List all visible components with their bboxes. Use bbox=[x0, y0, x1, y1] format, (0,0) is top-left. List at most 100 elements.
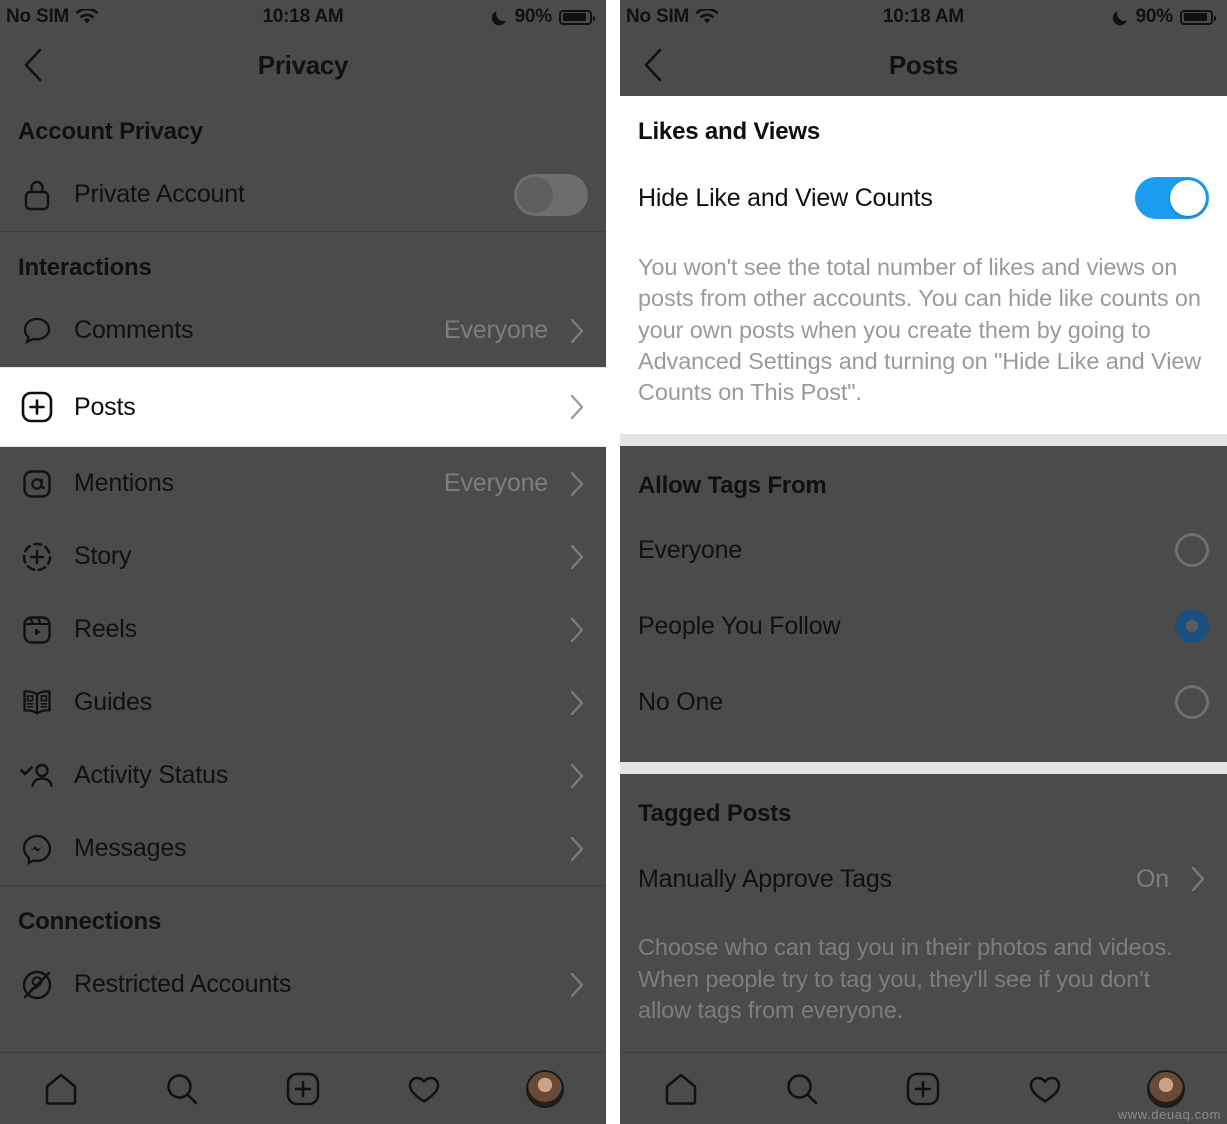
section-heading-tagged-posts: Tagged Posts bbox=[638, 800, 792, 828]
row-mentions[interactable]: Mentions Everyone bbox=[0, 447, 606, 520]
lock-icon bbox=[18, 176, 56, 214]
section-connections: Connections Restricted Accounts bbox=[0, 886, 606, 1021]
tab-search[interactable] bbox=[775, 1062, 829, 1116]
row-comments[interactable]: Comments Everyone bbox=[0, 294, 606, 367]
row-manually-approve-tags[interactable]: Manually Approve Tags On bbox=[620, 840, 1227, 918]
row-messages[interactable]: Messages bbox=[0, 812, 606, 885]
back-button[interactable] bbox=[636, 48, 670, 82]
row-label: Reels bbox=[74, 615, 137, 643]
reels-icon bbox=[18, 611, 56, 649]
row-label: Guides bbox=[74, 688, 153, 716]
row-activity-status[interactable]: Activity Status bbox=[0, 739, 606, 812]
option-no-one[interactable]: No One bbox=[620, 664, 1227, 740]
right-content: Likes and Views Hide Like and View Count… bbox=[620, 96, 1227, 1124]
hide-like-counts-toggle[interactable] bbox=[1135, 177, 1209, 219]
radio-everyone[interactable] bbox=[1175, 533, 1209, 568]
row-label: Story bbox=[74, 542, 132, 570]
profile-avatar-icon bbox=[526, 1069, 565, 1108]
wifi-icon bbox=[76, 9, 99, 25]
panel-gap bbox=[606, 0, 620, 1124]
left-nav-bar: Privacy bbox=[0, 34, 606, 96]
activity-status-icon bbox=[18, 757, 56, 795]
tab-create[interactable] bbox=[276, 1062, 330, 1116]
section-account-privacy: Account Privacy Private Account bbox=[0, 96, 606, 232]
radio-people-you-follow[interactable] bbox=[1175, 609, 1209, 644]
section-separator bbox=[620, 434, 1227, 447]
option-label: People You Follow bbox=[638, 611, 841, 640]
right-nav-bar: Posts bbox=[620, 34, 1227, 96]
chevron-right-icon bbox=[1187, 866, 1209, 892]
row-restricted-accounts[interactable]: Restricted Accounts bbox=[0, 948, 606, 1021]
story-plus-icon bbox=[18, 538, 56, 576]
tagged-posts-description: Choose who can tag you in their photos a… bbox=[638, 934, 1173, 1023]
chevron-right-icon bbox=[566, 394, 588, 420]
row-guides[interactable]: Guides bbox=[0, 666, 606, 739]
row-value: Everyone bbox=[443, 316, 548, 344]
section-separator bbox=[620, 762, 1227, 775]
section-heading-account-privacy: Account Privacy bbox=[18, 118, 204, 145]
status-right: 90% bbox=[491, 6, 595, 28]
moon-icon bbox=[1112, 8, 1129, 26]
row-label: Activity Status bbox=[74, 761, 228, 789]
chevron-right-icon bbox=[566, 544, 588, 570]
tab-home[interactable] bbox=[34, 1062, 88, 1116]
highlight-cutout-posts: Posts bbox=[0, 368, 606, 446]
row-value: On bbox=[1136, 864, 1169, 893]
restricted-icon bbox=[18, 966, 56, 1004]
section-allow-tags-from: Allow Tags From Everyone People You Foll… bbox=[620, 446, 1227, 763]
carrier-label: No SIM bbox=[626, 6, 690, 27]
tab-activity[interactable] bbox=[397, 1062, 451, 1116]
battery-icon bbox=[559, 9, 595, 25]
section-likes-and-views: Likes and Views Hide Like and View Count… bbox=[620, 96, 1227, 435]
battery-percent-label: 90% bbox=[514, 6, 553, 27]
row-label: Mentions bbox=[74, 469, 174, 497]
plus-square-icon bbox=[18, 388, 56, 426]
left-status-bar: No SIM 10:18 AM 90% bbox=[0, 0, 606, 34]
tab-activity[interactable] bbox=[1018, 1062, 1072, 1116]
private-account-toggle[interactable] bbox=[514, 173, 588, 216]
at-icon bbox=[18, 465, 56, 503]
row-label: Comments bbox=[74, 316, 194, 344]
section-heading-interactions: Interactions bbox=[18, 254, 152, 281]
row-label: Messages bbox=[74, 834, 187, 862]
status-left: No SIM bbox=[6, 6, 99, 28]
profile-avatar-icon bbox=[1147, 1069, 1186, 1108]
status-left: No SIM bbox=[626, 6, 719, 28]
comment-icon bbox=[18, 312, 56, 350]
tab-search[interactable] bbox=[155, 1062, 209, 1116]
tab-profile[interactable] bbox=[518, 1062, 572, 1116]
chevron-right-icon bbox=[566, 836, 588, 862]
wifi-icon bbox=[696, 9, 719, 25]
right-phone-panel: No SIM 10:18 AM 90% Posts Likes and View… bbox=[620, 0, 1227, 1124]
row-story[interactable]: Story bbox=[0, 520, 606, 593]
chevron-right-icon bbox=[566, 471, 588, 497]
row-label: Restricted Accounts bbox=[74, 970, 292, 998]
tab-create[interactable] bbox=[896, 1062, 950, 1116]
site-watermark: www.deuaq.com bbox=[1117, 1107, 1221, 1122]
section-heading-connections: Connections bbox=[18, 908, 162, 935]
option-people-you-follow[interactable]: People You Follow bbox=[620, 588, 1227, 664]
likes-description: You won't see the total number of likes … bbox=[638, 254, 1202, 405]
row-hide-like-and-view-counts[interactable]: Hide Like and View Counts bbox=[620, 158, 1227, 238]
right-status-bar: No SIM 10:18 AM 90% bbox=[620, 0, 1227, 34]
row-posts[interactable]: Posts bbox=[0, 368, 606, 446]
left-content: Account Privacy Private Account Interact… bbox=[0, 96, 606, 1124]
section-heading-allow-tags-from: Allow Tags From bbox=[638, 472, 827, 500]
row-value: Everyone bbox=[443, 469, 548, 497]
status-right: 90% bbox=[1112, 6, 1216, 28]
page-title: Posts bbox=[888, 49, 959, 80]
section-heading-likes-and-views: Likes and Views bbox=[638, 118, 820, 145]
radio-no-one[interactable] bbox=[1175, 685, 1209, 720]
option-everyone[interactable]: Everyone bbox=[620, 512, 1227, 588]
chevron-right-icon bbox=[566, 763, 588, 789]
row-label: Private Account bbox=[74, 180, 245, 208]
back-button[interactable] bbox=[16, 48, 50, 82]
row-reels[interactable]: Reels bbox=[0, 593, 606, 666]
row-label: Posts bbox=[74, 392, 136, 421]
row-private-account[interactable]: Private Account bbox=[0, 158, 606, 231]
guides-icon bbox=[18, 684, 56, 722]
moon-icon bbox=[491, 8, 508, 26]
tab-home[interactable] bbox=[654, 1062, 708, 1116]
left-tab-bar bbox=[0, 1052, 606, 1124]
row-label: Hide Like and View Counts bbox=[638, 183, 933, 212]
